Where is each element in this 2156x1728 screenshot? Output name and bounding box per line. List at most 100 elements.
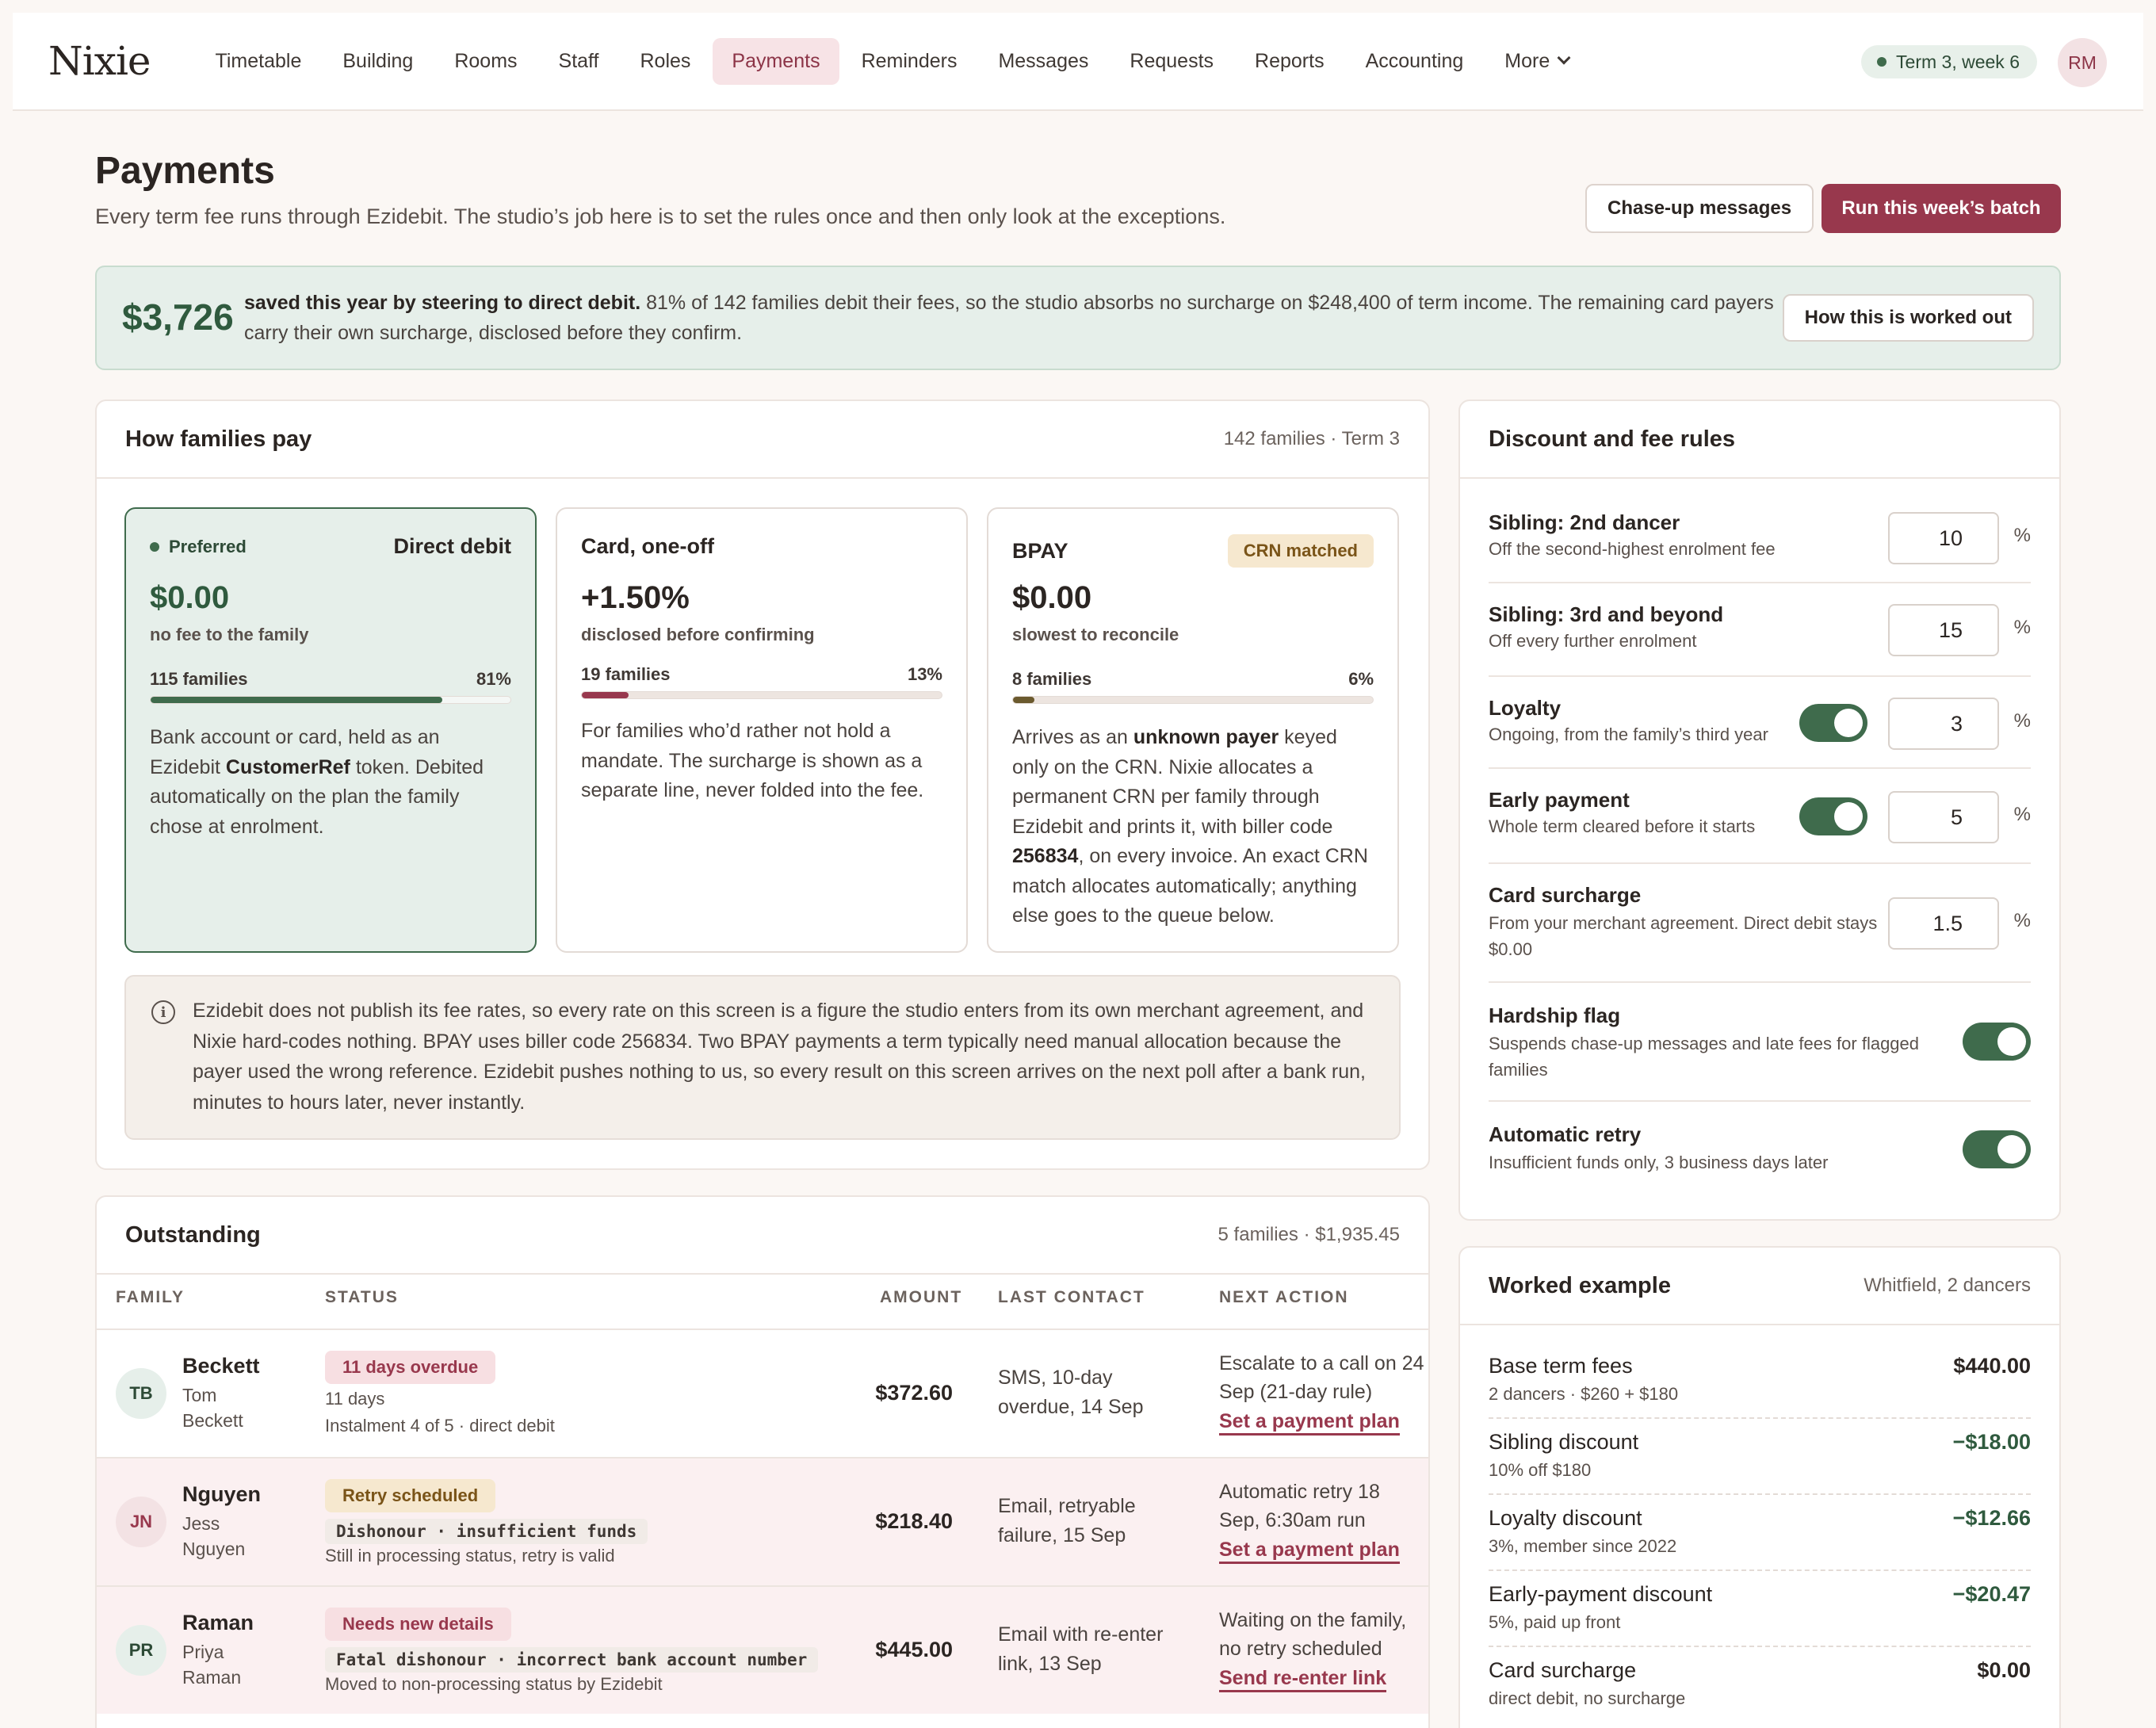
rule-desc: From your merchant agreement. Direct deb… <box>1489 913 1878 959</box>
desc-bold: unknown payer <box>1133 726 1279 748</box>
table-row[interactable]: JN Nguyen Jess Nguyen Retry scheduled Di… <box>97 1457 1428 1585</box>
status-note: Instalment 4 of 5 · direct debit <box>325 1416 555 1436</box>
user-avatar[interactable]: RM <box>2058 38 2107 87</box>
rule-value-input[interactable]: 10 <box>1888 512 1999 564</box>
family-name: Beckett <box>182 1354 260 1378</box>
worked-label: Base term fees <box>1489 1354 1633 1378</box>
method-description: Arrives as an unknown payer keyed only o… <box>1012 723 1374 931</box>
method-name: BPAY <box>1012 538 1068 563</box>
method-count-row: 19 families 13% <box>581 664 942 685</box>
method-direct-debit[interactable]: Preferred Direct debit $0.00 no fee to t… <box>124 507 537 953</box>
nav-reminders[interactable]: Reminders <box>843 38 977 85</box>
worked-row: Loyalty discount 3%, member since 2022 −… <box>1489 1495 2031 1571</box>
amount-value: $445.00 <box>875 1638 953 1661</box>
family-person: Tom Beckett <box>182 1385 243 1431</box>
app-logo[interactable]: Nixie <box>48 38 151 84</box>
last-contact: SMS, 10-day overdue, 14 Sep <box>998 1367 1144 1418</box>
set-payment-plan-link[interactable]: Set a payment plan <box>1219 1538 1400 1564</box>
nav-timetable[interactable]: Timetable <box>197 38 321 85</box>
col-family[interactable]: FAMILY <box>116 1288 185 1307</box>
toggle-knob <box>1997 1135 2026 1164</box>
worked-value: −$12.66 <box>1952 1506 2031 1530</box>
rule-desc: Off the second-highest enrolment fee <box>1489 539 1776 559</box>
method-count-row: 115 families 81% <box>150 669 511 690</box>
worked-sub: 5%, paid up front <box>1489 1612 1621 1632</box>
chase-up-messages-button[interactable]: Chase-up messages <box>1585 184 1814 233</box>
percent-unit: % <box>2013 910 2031 931</box>
loyalty-toggle[interactable] <box>1799 704 1867 742</box>
preferred-dot-icon <box>150 541 159 552</box>
rule-loyalty: Loyalty Ongoing, from the family’s third… <box>1489 677 2031 769</box>
chevron-down-icon <box>1557 51 1571 65</box>
next-action: Waiting on the family, no retry schedule… <box>1219 1606 1425 1692</box>
nav-staff[interactable]: Staff <box>540 38 618 85</box>
worked-value: −$20.47 <box>1952 1582 2031 1606</box>
percent-unit: % <box>2013 804 2031 825</box>
nav-more[interactable]: More <box>1485 38 1588 85</box>
rule-value-input[interactable]: 5 <box>1888 791 1999 843</box>
worked-label: Card surcharge <box>1489 1658 1637 1682</box>
rule-early-payment: Early payment Whole term cleared before … <box>1489 769 2031 864</box>
early-payment-toggle[interactable] <box>1799 797 1867 835</box>
page-title: Payments <box>95 150 275 192</box>
worked-value: −$18.00 <box>1952 1430 2031 1454</box>
set-payment-plan-link[interactable]: Set a payment plan <box>1219 1409 1400 1436</box>
next-action-text: Waiting on the family, no retry schedule… <box>1219 1609 1407 1660</box>
card-meta: 5 families · $1,935.45 <box>1218 1224 1400 1245</box>
send-re-enter-link[interactable]: Send re-enter link <box>1219 1666 1387 1692</box>
automatic-retry-toggle[interactable] <box>1963 1130 2031 1168</box>
nav-payments[interactable]: Payments <box>713 37 839 85</box>
col-next-action[interactable]: NEXT ACTION <box>1219 1288 1349 1307</box>
worked-example-card: Worked example Whitfield, 2 dancers Base… <box>1458 1246 2061 1728</box>
rule-value-input[interactable]: 1.5 <box>1888 897 1999 950</box>
nav-accounting[interactable]: Accounting <box>1347 38 1483 85</box>
nav-requests[interactable]: Requests <box>1110 38 1233 85</box>
rule-desc: Whole term cleared before it starts <box>1489 816 1756 836</box>
desc-part: Arrives as an <box>1012 726 1133 748</box>
card-meta: 142 families · Term 3 <box>1223 428 1400 449</box>
rule-value-input[interactable]: 15 <box>1888 604 1999 656</box>
card-header: Worked example Whitfield, 2 dancers <box>1460 1248 2059 1325</box>
method-card[interactable]: Card, one-off +1.50% disclosed before co… <box>556 507 968 953</box>
rule-hardship-flag: Hardship flag Suspends chase-up messages… <box>1489 983 2031 1102</box>
last-contact: Email with re-enter link, 13 Sep <box>998 1623 1164 1675</box>
method-families: 115 families <box>150 669 248 689</box>
nav-reports[interactable]: Reports <box>1236 38 1344 85</box>
worked-sub: 3%, member since 2022 <box>1489 1536 1677 1556</box>
rule-desc: Off every further enrolment <box>1489 631 1697 651</box>
method-head: Card, one-off <box>581 534 942 559</box>
next-action-text: Automatic retry 18 Sep, 6:30am run <box>1219 1481 1380 1531</box>
worked-sub: 2 dancers · $260 + $180 <box>1489 1384 1679 1404</box>
method-description: For families who’d rather not hold a man… <box>581 720 924 801</box>
last-contact: Email, retryable failure, 15 Sep <box>998 1495 1136 1546</box>
rule-name: Sibling: 2nd dancer <box>1489 510 1680 534</box>
rule-value-input[interactable]: 3 <box>1888 698 1999 750</box>
savings-lead: saved this year by steering to direct de… <box>244 292 641 314</box>
method-families: 8 families <box>1012 669 1092 689</box>
table-row[interactable]: TB Beckett Tom Beckett 11 days overdue 1… <box>97 1328 1428 1457</box>
nav-rooms[interactable]: Rooms <box>435 38 536 85</box>
status-detail: 11 days <box>325 1389 385 1409</box>
method-bpay[interactable]: BPAY CRN matched $0.00 slowest to reconc… <box>987 507 1399 953</box>
nav-roles[interactable]: Roles <box>621 38 709 85</box>
how-worked-out-button[interactable]: How this is worked out <box>1782 294 2034 342</box>
dishonour-code: Fatal dishonour · incorrect bank account… <box>325 1647 819 1673</box>
percent-unit: % <box>2013 525 2031 546</box>
col-amount[interactable]: AMOUNT <box>880 1288 962 1307</box>
col-last-contact[interactable]: LAST CONTACT <box>998 1288 1145 1307</box>
rule-desc: Insufficient funds only, 3 business days… <box>1489 1153 1829 1172</box>
nav-messages[interactable]: Messages <box>979 38 1107 85</box>
savings-text: saved this year by steering to direct de… <box>244 288 1822 348</box>
worked-value: $440.00 <box>1953 1354 2031 1378</box>
hardship-flag-toggle[interactable] <box>1963 1023 2031 1061</box>
family-name: Nguyen <box>182 1482 262 1506</box>
method-share-bar <box>150 696 511 704</box>
method-percent: 13% <box>907 664 942 684</box>
table-row[interactable]: PR Raman Priya Raman Needs new details F… <box>97 1585 1428 1714</box>
run-batch-button[interactable]: Run this week’s batch <box>1822 184 2061 233</box>
nav-building[interactable]: Building <box>323 38 432 85</box>
rule-name: Hardship flag <box>1489 1004 1621 1027</box>
col-status[interactable]: STATUS <box>325 1288 399 1307</box>
info-icon: i <box>151 1000 175 1024</box>
main-nav: Timetable Building Rooms Staff Roles Pay… <box>197 37 1592 85</box>
